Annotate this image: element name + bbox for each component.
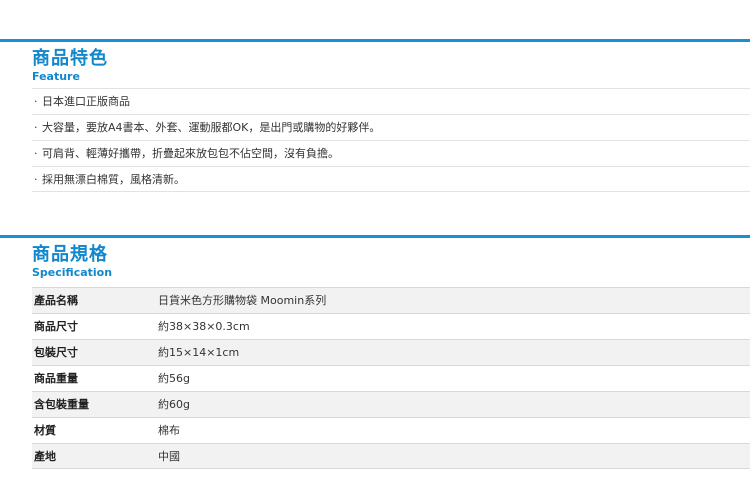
feature-item-text: 日本進口正版商品 [42, 95, 130, 108]
spec-title: 商品規格 [32, 244, 108, 265]
spec-row-origin: 產地 中國 [32, 443, 750, 469]
feature-list: ‧ 日本進口正版商品 ‧ 大容量，要放A4書本、外套、運動服都OK，是出門或購物的好… [32, 88, 750, 192]
bullet-icon: ‧ [34, 95, 38, 108]
feature-item-text: 採用無漂白棉質，風格清新。 [42, 173, 185, 186]
feature-section: 商品特色 Feature [0, 39, 750, 84]
spec-label: 材質 [34, 424, 56, 437]
feature-item: ‧ 可肩背、輕薄好攜帶，折疊起來放包包不佔空間，沒有負擔。 [32, 140, 750, 166]
feature-item-text: 大容量，要放A4書本、外套、運動服都OK，是出門或購物的好夥伴。 [42, 121, 381, 134]
spec-header: 商品規格 Specification [0, 244, 750, 280]
feature-top-bar [0, 39, 750, 42]
spec-value: 日貨米色方形購物袋 Moomin系列 [158, 294, 327, 307]
spec-label: 商品重量 [34, 372, 78, 385]
bullet-icon: ‧ [34, 121, 38, 134]
spec-top-bar [0, 235, 750, 238]
spec-row-package-weight: 含包裝重量 約60g [32, 391, 750, 417]
feature-header: 商品特色 Feature [0, 48, 750, 84]
spec-row-size: 商品尺寸 約38×38×0.3cm [32, 313, 750, 339]
spec-row-material: 材質 棉布 [32, 417, 750, 443]
feature-title: 商品特色 [32, 48, 108, 69]
spec-row-name: 產品名稱 日貨米色方形購物袋 Moomin系列 [32, 287, 750, 313]
spec-label: 商品尺寸 [34, 320, 78, 333]
spec-label: 產品名稱 [34, 294, 78, 307]
spec-label: 產地 [34, 450, 56, 463]
spec-value: 約38×38×0.3cm [158, 320, 250, 333]
feature-item: ‧ 大容量，要放A4書本、外套、運動服都OK，是出門或購物的好夥伴。 [32, 114, 750, 140]
spec-section: 商品規格 Specification [0, 235, 750, 280]
spec-subtitle: Specification [32, 266, 113, 279]
spec-value: 棉布 [158, 424, 180, 437]
spec-label: 包裝尺寸 [34, 346, 78, 359]
bullet-icon: ‧ [34, 173, 38, 186]
feature-item: ‧ 日本進口正版商品 [32, 88, 750, 114]
feature-item: ‧ 採用無漂白棉質，風格清新。 [32, 166, 750, 192]
spec-value: 約15×14×1cm [158, 346, 240, 359]
bullet-icon: ‧ [34, 147, 38, 160]
spec-row-weight: 商品重量 約56g [32, 365, 750, 391]
feature-subtitle: Feature [32, 70, 80, 83]
spec-value: 中國 [158, 450, 180, 463]
feature-item-text: 可肩背、輕薄好攜帶，折疊起來放包包不佔空間，沒有負擔。 [42, 147, 339, 160]
spec-value: 約60g [158, 398, 190, 411]
spec-row-package-size: 包裝尺寸 約15×14×1cm [32, 339, 750, 365]
spec-value: 約56g [158, 372, 190, 385]
spec-table: 產品名稱 日貨米色方形購物袋 Moomin系列 商品尺寸 約38×38×0.3c… [32, 287, 750, 469]
spec-label: 含包裝重量 [34, 398, 89, 411]
